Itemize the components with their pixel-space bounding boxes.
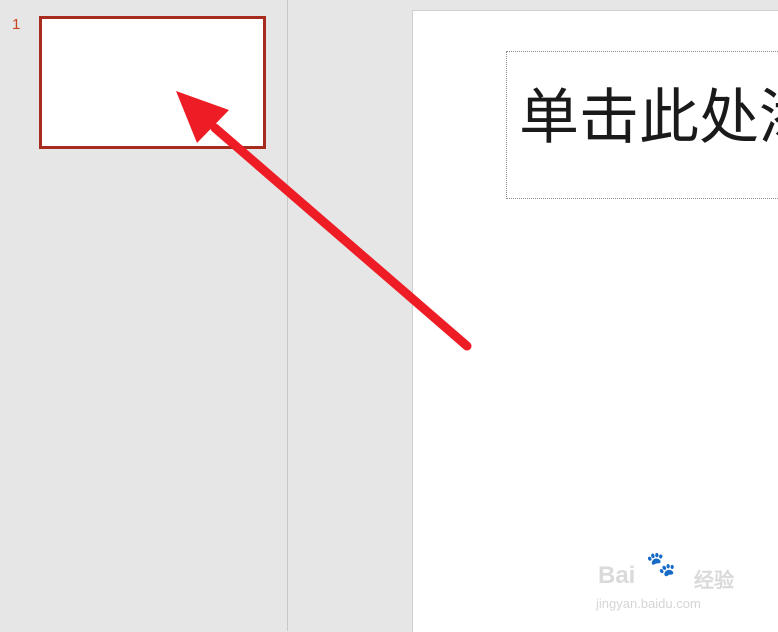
title-placeholder-text: 单击此处添加标题 [519, 83, 778, 153]
watermark: Bai 🐾 经验 jingyan.baidu.com [594, 550, 774, 620]
slide-thumbnail-1[interactable] [39, 16, 266, 149]
slide-thumbnail-pane[interactable]: 1 [0, 0, 288, 631]
paw-icon: 🐾 [646, 550, 676, 578]
watermark-brand-suffix: 经验 [694, 568, 734, 592]
watermark-brand: Bai [598, 562, 636, 589]
watermark-url: jingyan.baidu.com [596, 596, 701, 611]
title-placeholder[interactable]: 单击此处添加标题 [506, 51, 778, 199]
slide-number: 1 [12, 16, 21, 33]
